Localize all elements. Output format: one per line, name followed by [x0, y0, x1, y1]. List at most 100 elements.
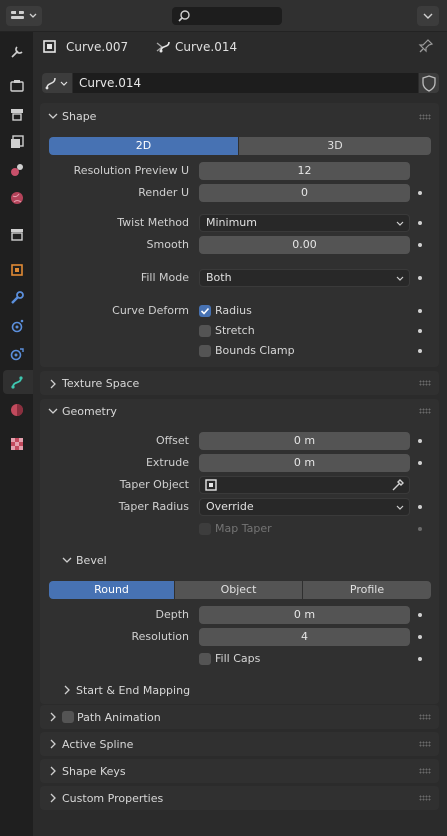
drag-grip-icon[interactable]	[419, 768, 431, 774]
tab-scene[interactable]	[5, 158, 29, 182]
resolution-label: Resolution	[131, 630, 189, 643]
map-taper-label: Map Taper	[215, 522, 272, 535]
pin-icon[interactable]	[418, 38, 434, 54]
datablock-name-field[interactable]: Curve.014	[73, 73, 418, 93]
drag-grip-icon[interactable]	[419, 795, 431, 801]
curve-deform-label: Curve Deform	[112, 304, 189, 317]
properties-editor-icon	[11, 10, 37, 19]
dimensions-3d-button[interactable]: 3D	[239, 137, 431, 155]
shape-panel-title: Shape	[62, 110, 97, 123]
tab-output[interactable]	[5, 102, 29, 126]
curve-data-icon	[11, 376, 23, 389]
options-dropdown-button[interactable]	[417, 6, 439, 26]
tab-curve-data[interactable]	[3, 370, 33, 394]
fake-user-button[interactable]	[419, 73, 439, 93]
physics-icon	[10, 348, 24, 361]
active-spline-title: Active Spline	[62, 738, 134, 751]
drag-grip-icon[interactable]	[419, 114, 431, 120]
checkmark-icon	[200, 307, 210, 315]
keyframe-dot[interactable]	[418, 329, 422, 333]
keyframe-dot[interactable]	[418, 276, 422, 280]
tab-material[interactable]	[5, 398, 29, 422]
breadcrumb-object-name: Curve.007	[66, 40, 129, 54]
geometry-panel-header[interactable]: Geometry	[40, 399, 439, 425]
keyframe-dot[interactable]	[418, 527, 422, 531]
taper-radius-dropdown[interactable]: Override	[199, 498, 410, 516]
offset-field[interactable]: 0 m	[199, 432, 410, 450]
bounds-clamp-checkbox[interactable]	[199, 345, 211, 357]
tab-tool[interactable]	[5, 40, 29, 64]
drag-grip-icon[interactable]	[419, 408, 431, 414]
drag-grip-icon[interactable]	[419, 380, 431, 386]
drag-grip-icon[interactable]	[419, 714, 431, 720]
keyframe-dot[interactable]	[418, 309, 422, 313]
shape-keys-panel[interactable]: Shape Keys	[40, 759, 439, 783]
tab-particles[interactable]	[5, 314, 29, 338]
resolution-field[interactable]: 4	[199, 628, 410, 646]
fill-mode-dropdown[interactable]: Both	[199, 269, 410, 287]
path-animation-panel[interactable]: Path Animation	[40, 705, 439, 729]
fill-caps-checkbox[interactable]	[199, 653, 211, 665]
keyframe-dot[interactable]	[418, 461, 422, 465]
render-u-label: Render U	[138, 186, 189, 199]
tab-world[interactable]	[5, 186, 29, 210]
dimensions-2d-button[interactable]: 2D	[49, 137, 238, 155]
bevel-mode-round-button[interactable]: Round	[49, 581, 174, 599]
bevel-subpanel-header[interactable]: Bevel	[46, 548, 432, 572]
texture-space-panel[interactable]: Texture Space	[40, 371, 439, 395]
chevron-right-icon	[50, 766, 56, 776]
search-input[interactable]	[172, 7, 282, 25]
bevel-mode-profile-button[interactable]: Profile	[303, 581, 431, 599]
tab-object[interactable]	[5, 258, 29, 282]
stretch-checkbox[interactable]	[199, 325, 211, 337]
resolution-preview-u-field[interactable]: 12	[199, 162, 410, 180]
tab-modifiers[interactable]	[5, 286, 29, 310]
map-taper-checkbox[interactable]	[199, 523, 211, 535]
resolution-preview-u-label: Resolution Preview U	[73, 164, 189, 177]
render-u-field[interactable]: 0	[199, 184, 410, 202]
particles-icon	[11, 319, 24, 333]
chevron-down-icon	[62, 557, 72, 563]
datablock-browse-button[interactable]	[42, 73, 72, 93]
tab-physics[interactable]	[5, 342, 29, 366]
start-end-mapping-title: Start & End Mapping	[76, 684, 191, 697]
eyedropper-icon[interactable]	[391, 478, 405, 492]
twist-method-dropdown[interactable]: Minimum	[199, 214, 410, 232]
bevel-mode-object-button[interactable]: Object	[175, 581, 302, 599]
chevron-right-icon	[50, 379, 56, 389]
taper-object-field[interactable]	[199, 476, 410, 494]
tab-collection[interactable]	[5, 222, 29, 246]
keyframe-dot[interactable]	[418, 349, 422, 353]
taper-object-label: Taper Object	[119, 478, 189, 491]
path-animation-checkbox[interactable]	[62, 711, 74, 723]
drag-grip-icon[interactable]	[419, 741, 431, 747]
depth-field[interactable]: 0 m	[199, 606, 410, 624]
smooth-label: Smooth	[146, 238, 189, 251]
keyframe-dot[interactable]	[418, 221, 422, 225]
keyframe-dot[interactable]	[418, 439, 422, 443]
tab-view-layer[interactable]	[5, 130, 29, 154]
keyframe-dot[interactable]	[418, 191, 422, 195]
taper-radius-value: Override	[206, 500, 254, 513]
custom-properties-panel[interactable]: Custom Properties	[40, 786, 439, 810]
tab-texture[interactable]	[5, 432, 29, 456]
keyframe-dot[interactable]	[418, 505, 422, 509]
fill-mode-value: Both	[206, 271, 232, 284]
chevron-down-icon	[396, 505, 404, 510]
editor-type-button[interactable]	[6, 6, 42, 26]
keyframe-dot[interactable]	[418, 613, 422, 617]
shape-panel-header[interactable]: Shape	[40, 103, 439, 129]
offset-label: Offset	[155, 434, 189, 447]
tab-render[interactable]	[5, 74, 29, 98]
active-spline-panel[interactable]: Active Spline	[40, 732, 439, 756]
keyframe-dot[interactable]	[418, 635, 422, 639]
view-layer-icon	[11, 135, 24, 148]
texture-icon	[11, 438, 23, 450]
keyframe-dot[interactable]	[418, 243, 422, 247]
smooth-field[interactable]: 0.00	[199, 236, 410, 254]
radius-checkbox[interactable]	[199, 305, 211, 317]
start-end-mapping-subpanel[interactable]: Start & End Mapping	[46, 678, 432, 700]
keyframe-dot[interactable]	[418, 657, 422, 661]
custom-properties-title: Custom Properties	[62, 792, 164, 805]
extrude-field[interactable]: 0 m	[199, 454, 410, 472]
